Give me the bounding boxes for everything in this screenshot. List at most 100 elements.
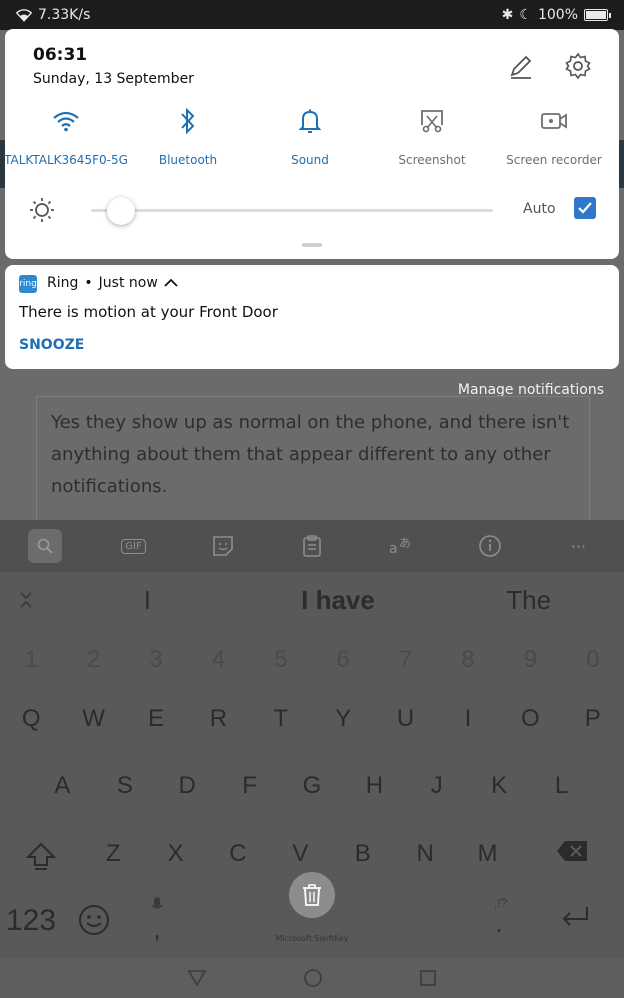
shift-key[interactable]	[0, 840, 82, 879]
tile-sound[interactable]: Sound	[249, 105, 371, 167]
notification-app-name: Ring	[47, 275, 79, 291]
gif-icon[interactable]: GIF	[121, 538, 146, 554]
enter-arrow-icon	[562, 907, 588, 926]
key-u[interactable]: U	[374, 705, 436, 733]
info-icon[interactable]	[478, 534, 502, 558]
backspace-key[interactable]	[527, 840, 617, 879]
chevron-up-icon[interactable]	[164, 278, 178, 288]
backspace-icon	[556, 841, 587, 861]
key-7[interactable]: 7	[374, 646, 436, 674]
key-0[interactable]: 0	[562, 646, 624, 674]
sticker-icon[interactable]	[212, 535, 234, 557]
key-x[interactable]: X	[144, 840, 206, 879]
edit-pencil-icon[interactable]	[507, 53, 535, 81]
reply-text-field[interactable]: Yes they show up as normal on the phone,…	[36, 396, 590, 520]
brightness-slider[interactable]	[91, 197, 493, 225]
checkmark-icon	[578, 202, 592, 214]
suggestion-bar: I I have The	[0, 572, 624, 628]
search-icon[interactable]	[27, 529, 62, 563]
shift-arrow-icon	[25, 842, 57, 870]
recents-nav-icon[interactable]	[419, 969, 437, 987]
bluetooth-icon	[181, 107, 195, 135]
tile-label: TALKTALK3645F0-5G	[4, 153, 128, 167]
suggestion-center[interactable]: I have	[243, 585, 434, 616]
separator-dot: •	[84, 275, 93, 291]
key-o[interactable]: O	[499, 705, 561, 733]
key-e[interactable]: E	[125, 705, 187, 733]
home-nav-icon[interactable]	[303, 968, 323, 988]
quick-settings-panel: 06:31 Sunday, 13 September TALKTALK3645F…	[4, 29, 619, 259]
key-j[interactable]: J	[406, 772, 468, 800]
key-h[interactable]: H	[343, 772, 405, 800]
navigation-bar	[0, 958, 624, 998]
key-8[interactable]: 8	[437, 646, 499, 674]
tile-wifi[interactable]: TALKTALK3645F0-5G	[4, 105, 128, 167]
key-row-2: ASDFGHJKL	[0, 772, 624, 800]
key-z[interactable]: Z	[82, 840, 144, 879]
do-not-disturb-icon: ☾	[519, 7, 532, 23]
bell-icon	[298, 109, 322, 133]
translate-icon[interactable]: aあ	[388, 535, 414, 557]
key-d[interactable]: D	[156, 772, 218, 800]
key-a[interactable]: A	[31, 772, 93, 800]
key-k[interactable]: K	[468, 772, 530, 800]
key-p[interactable]: P	[562, 705, 624, 733]
screen-recorder-icon	[541, 113, 567, 129]
auto-brightness-checkbox[interactable]	[574, 197, 596, 219]
tile-screen-recorder[interactable]: Screen recorder	[493, 105, 615, 167]
key-y[interactable]: Y	[312, 705, 374, 733]
keyboard-brand: Microsoft SwiftKey	[275, 934, 349, 943]
key-3[interactable]: 3	[125, 646, 187, 674]
key-4[interactable]: 4	[187, 646, 249, 674]
key-1[interactable]: 1	[0, 646, 62, 674]
battery-percent: 100%	[537, 7, 578, 23]
number-row: 1234567890	[0, 646, 624, 674]
notification-card[interactable]: ring Ring • Just now There is motion at …	[5, 265, 619, 369]
notification-header: Ring • Just now	[47, 275, 178, 291]
quick-tiles: TALKTALK3645F0-5G Bluetooth Sound Screen…	[4, 105, 619, 167]
collapse-icon[interactable]	[0, 591, 52, 609]
key-w[interactable]: W	[62, 705, 124, 733]
trash-icon	[303, 884, 321, 906]
key-2[interactable]: 2	[62, 646, 124, 674]
trash-button[interactable]	[289, 872, 335, 918]
microphone-icon	[151, 897, 163, 909]
key-c[interactable]: C	[207, 840, 269, 879]
key-9[interactable]: 9	[499, 646, 561, 674]
wifi-status-icon	[16, 8, 32, 22]
clock-time: 06:31	[33, 45, 88, 65]
auto-brightness-label: Auto	[523, 201, 556, 217]
key-r[interactable]: R	[187, 705, 249, 733]
panel-drag-handle[interactable]	[302, 243, 322, 247]
more-icon[interactable]: ···	[571, 537, 586, 556]
notification-message: There is motion at your Front Door	[19, 303, 278, 321]
key-s[interactable]: S	[94, 772, 156, 800]
back-nav-icon[interactable]	[187, 969, 207, 987]
brightness-slider-thumb[interactable]	[106, 197, 135, 225]
network-speed: 7.33K/s	[38, 7, 91, 23]
key-m[interactable]: M	[456, 840, 518, 879]
snooze-button[interactable]: SNOOZE	[19, 337, 84, 353]
key-q[interactable]: Q	[0, 705, 62, 733]
tile-bluetooth[interactable]: Bluetooth	[127, 105, 249, 167]
suggestion-left[interactable]: I	[52, 585, 243, 616]
key-b[interactable]: B	[332, 840, 394, 879]
key-row-1: QWERTYUIOP	[0, 705, 624, 733]
status-bar: 7.33K/s ✱ ☾ 100%	[0, 0, 624, 30]
brightness-sun-icon	[30, 198, 54, 222]
key-n[interactable]: N	[394, 840, 456, 879]
key-i[interactable]: I	[437, 705, 499, 733]
key-5[interactable]: 5	[250, 646, 312, 674]
key-6[interactable]: 6	[312, 646, 374, 674]
tile-screenshot[interactable]: Screenshot	[371, 105, 493, 167]
tile-label: Screen recorder	[506, 153, 602, 167]
key-f[interactable]: F	[218, 772, 280, 800]
clipboard-icon[interactable]	[302, 534, 322, 558]
tile-label: Sound	[291, 153, 329, 167]
key-v[interactable]: V	[269, 840, 331, 879]
key-t[interactable]: T	[250, 705, 312, 733]
suggestion-right[interactable]: The	[433, 585, 624, 616]
key-l[interactable]: L	[530, 772, 592, 800]
settings-gear-icon[interactable]	[563, 51, 593, 81]
key-g[interactable]: G	[281, 772, 343, 800]
